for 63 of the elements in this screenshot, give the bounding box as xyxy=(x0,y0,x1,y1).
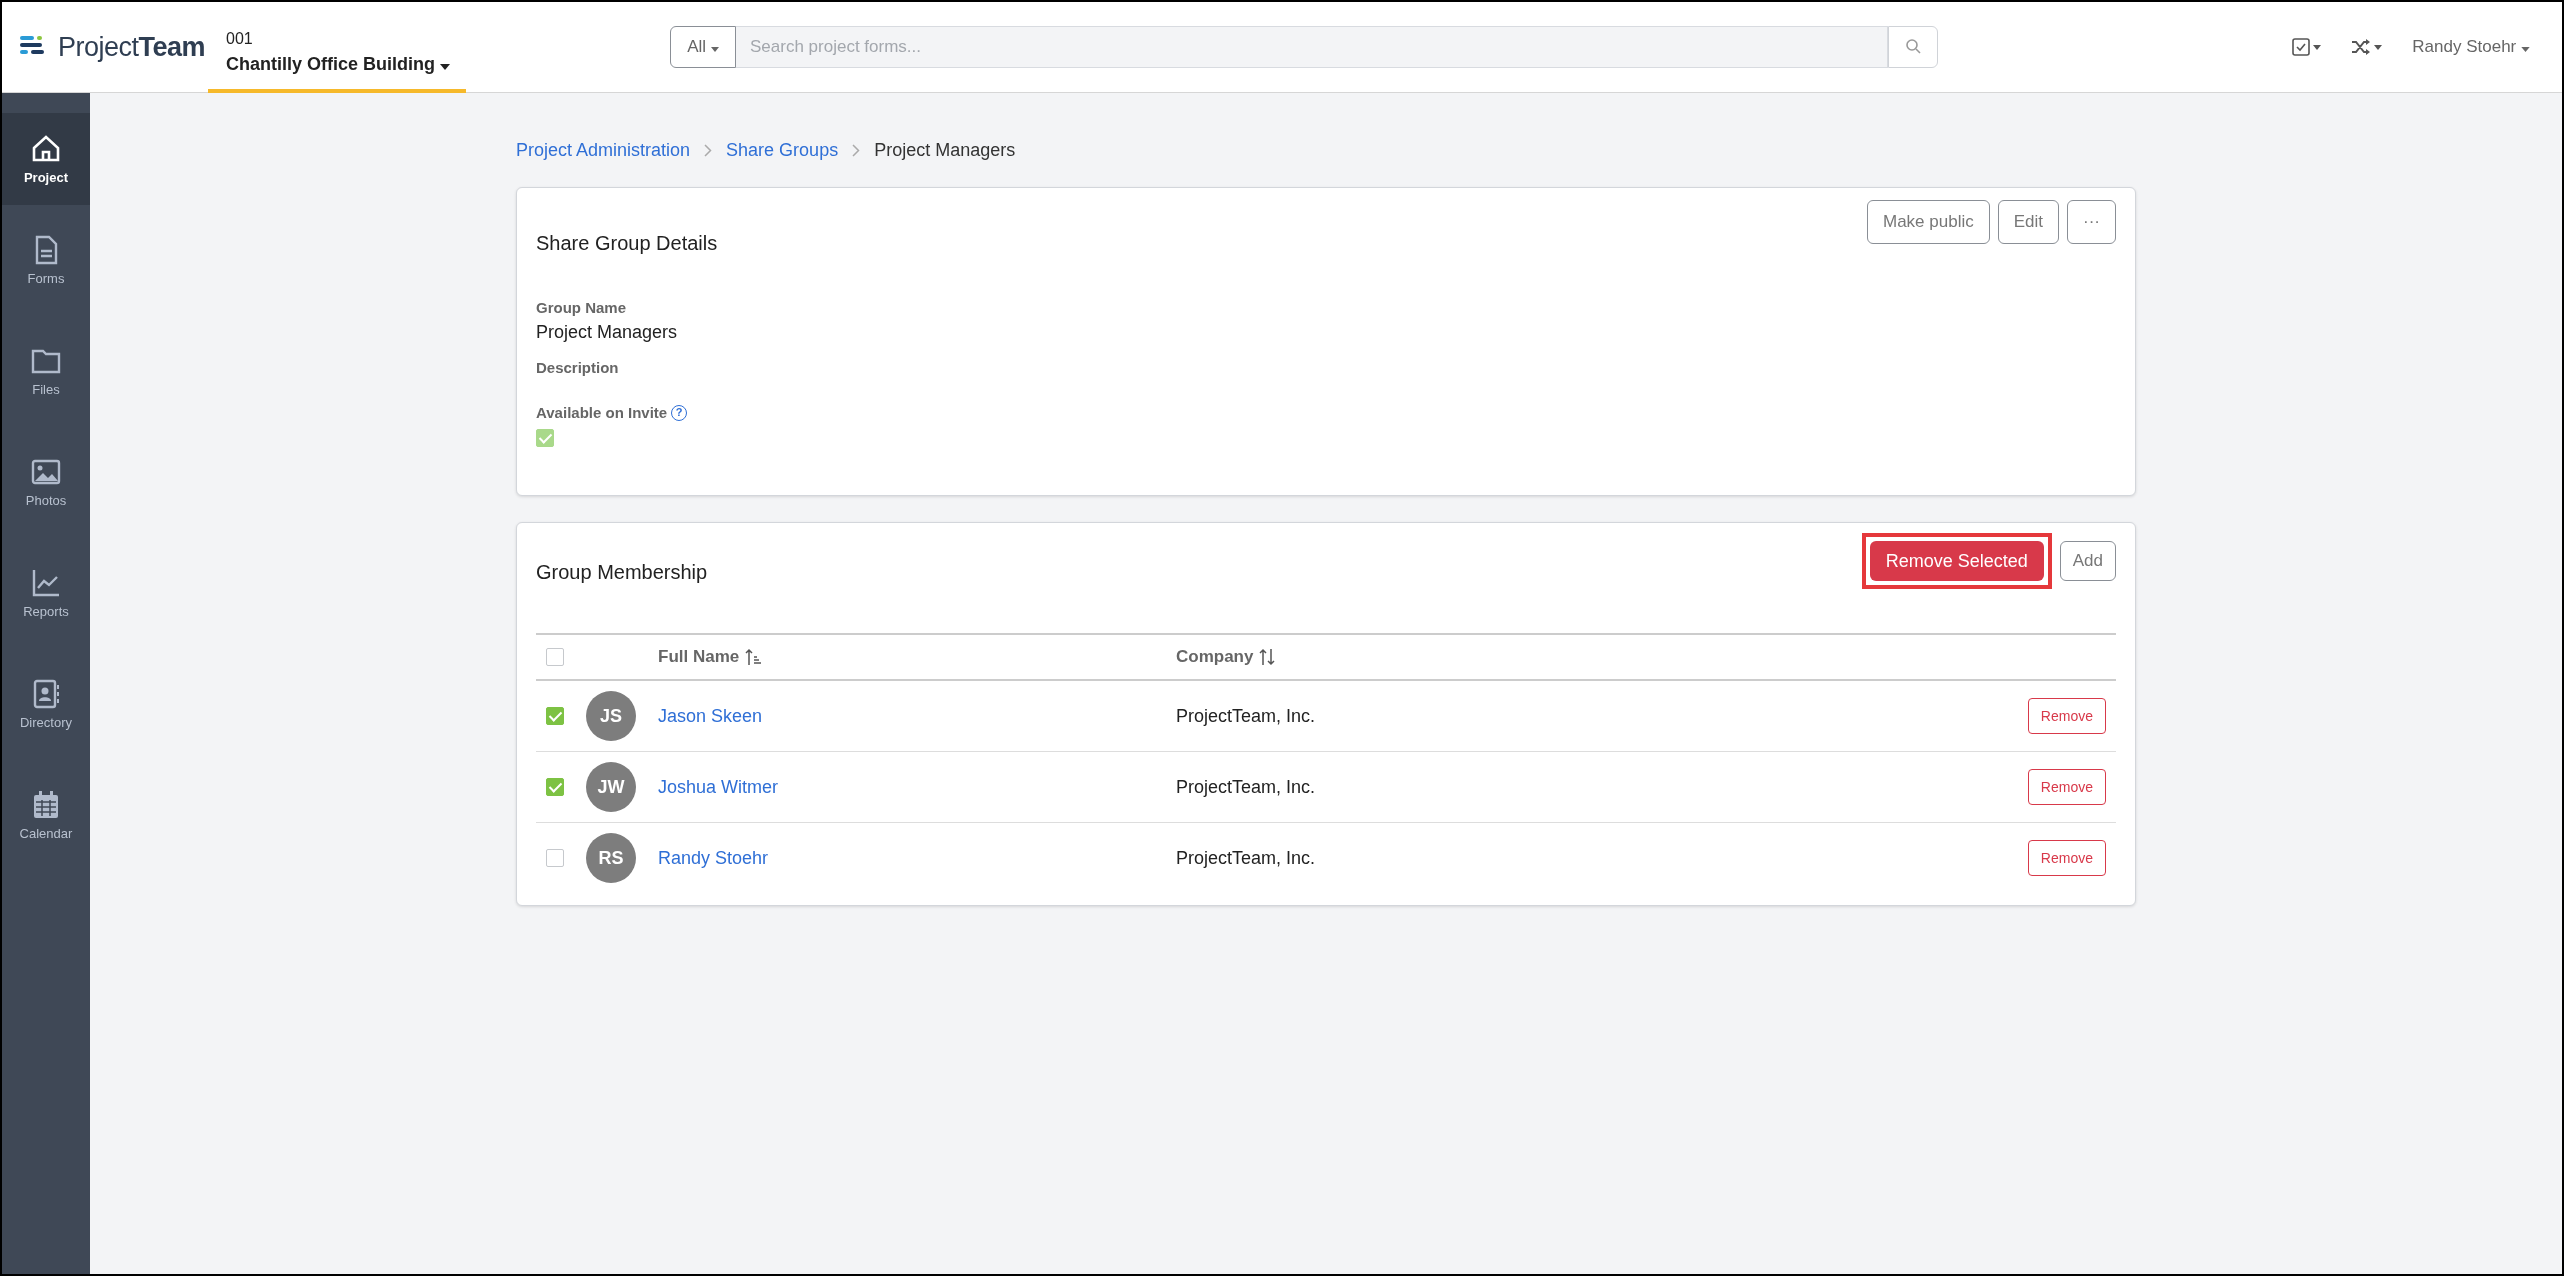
checkbox[interactable] xyxy=(546,778,564,796)
user-menu[interactable]: Randy Stoehr xyxy=(2412,37,2530,57)
sidebar-item[interactable]: Photos xyxy=(2,427,90,538)
table-cell: ProjectTeam, Inc. xyxy=(1176,776,1316,798)
image-icon xyxy=(31,457,61,487)
line-chart-icon xyxy=(31,568,61,598)
avatar: JW xyxy=(586,762,636,812)
field-label: Description xyxy=(536,359,620,376)
sort-ascending-icon[interactable] xyxy=(745,648,762,666)
remove-button[interactable]: Remove xyxy=(2027,840,2106,876)
field-value: Project Managers xyxy=(536,322,679,343)
table-cell: ProjectTeam, Inc. xyxy=(1176,847,1316,869)
card-title: Share Group Details xyxy=(536,232,718,255)
add-button[interactable]: Add xyxy=(2059,541,2116,581)
sidebar-item[interactable]: Files xyxy=(2,316,90,427)
remove-selected-button[interactable]: Remove Selected xyxy=(1869,541,2044,581)
column-header[interactable]: Full Name xyxy=(658,647,740,667)
table-cell: ProjectTeam, Inc. xyxy=(1176,705,1316,727)
caret-icon xyxy=(2313,44,2322,50)
field-label: Group Name xyxy=(536,299,627,316)
caret-icon xyxy=(2521,47,2530,52)
breadcrumb-current: Project Managers xyxy=(874,139,1016,161)
chevron-icon xyxy=(852,143,861,157)
chevron-icon xyxy=(704,143,713,157)
sidebar-item[interactable]: Calendar xyxy=(2,760,90,871)
member-name-link[interactable]: Jason Skeen xyxy=(658,705,763,727)
logo-text[interactable]: ProjectTeam xyxy=(58,31,206,63)
sort-icon[interactable] xyxy=(1259,648,1276,666)
column-header[interactable]: Company xyxy=(1176,647,1254,667)
scope-dropdown[interactable]: All xyxy=(670,26,736,68)
house-icon xyxy=(31,133,61,164)
sidebar-item[interactable]: Forms xyxy=(2,205,90,316)
sidebar-item[interactable]: Directory xyxy=(2,649,90,760)
breadcrumb-link[interactable]: Share Groups xyxy=(726,139,839,161)
card-title: Group Membership xyxy=(536,561,708,584)
checkbox[interactable] xyxy=(536,429,554,447)
outline-button[interactable]: Edit xyxy=(1997,200,2059,244)
checkbox[interactable] xyxy=(546,707,564,725)
avatar: JS xyxy=(586,691,636,741)
search-icon xyxy=(1905,37,1921,54)
search-field[interactable]: Search project forms... xyxy=(736,26,1888,68)
caret-icon xyxy=(710,47,719,52)
calendar-icon xyxy=(31,790,61,820)
tasks-menu-button[interactable] xyxy=(2292,38,2322,56)
breadcrumb-link[interactable]: Project Administration xyxy=(516,139,691,161)
sidebar-item[interactable]: Reports xyxy=(2,538,90,649)
sidebar-item[interactable]: Project xyxy=(2,113,90,205)
remove-button[interactable]: Remove xyxy=(2027,769,2106,805)
outline-button[interactable]: Make public xyxy=(1867,200,1990,244)
checkbox[interactable] xyxy=(546,648,564,666)
member-name-link[interactable]: Joshua Witmer xyxy=(658,776,779,798)
avatar: RS xyxy=(586,833,636,883)
member-name-link[interactable]: Randy Stoehr xyxy=(658,847,769,869)
caret-icon xyxy=(440,63,450,70)
outline-button[interactable]: ··· xyxy=(2067,200,2116,244)
remove-button[interactable]: Remove xyxy=(2027,698,2106,734)
contact-book-icon xyxy=(31,679,61,709)
checkbox[interactable] xyxy=(546,849,564,867)
shuffle-menu-button[interactable] xyxy=(2351,39,2383,55)
caret-icon xyxy=(2374,44,2383,50)
field-label: Available on Invite xyxy=(536,404,668,421)
search-button[interactable] xyxy=(1888,26,1938,68)
project-selector[interactable]: 001 Chantilly Office Building xyxy=(208,2,466,93)
